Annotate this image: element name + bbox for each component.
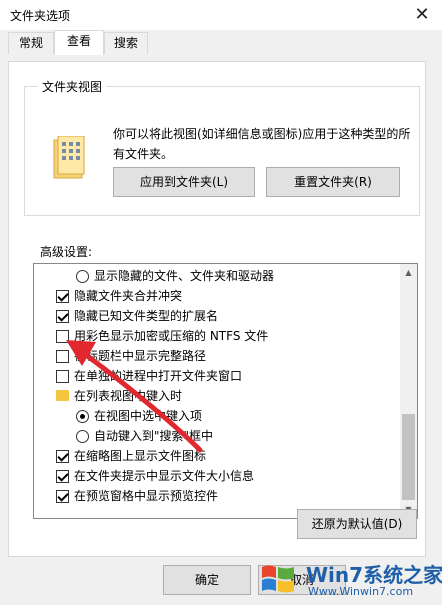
checkbox-preview-handlers[interactable] xyxy=(56,490,69,503)
checkbox-file-size-tips[interactable] xyxy=(56,470,69,483)
list-item[interactable]: 自动键入到"搜索"框中 xyxy=(34,426,402,446)
list-item[interactable]: 用彩色显示加密或压缩的 NTFS 文件 xyxy=(34,326,402,346)
folder-views-title: 文件夹视图 xyxy=(38,78,107,95)
advanced-settings-list: 显示隐藏的文件、文件夹和驱动器 隐藏文件夹合并冲突 隐藏已知文件类型的扩展名 用… xyxy=(33,263,418,519)
watermark: Win7系统之家 Www.Winwin7.com xyxy=(254,555,442,605)
list-item-label: 显示隐藏的文件、文件夹和驱动器 xyxy=(94,269,275,283)
list-scrollbar[interactable]: ▲ ▼ xyxy=(400,264,417,518)
title-bar: 文件夹选项 ✕ xyxy=(0,0,442,30)
checkbox-thumbnail-icons[interactable] xyxy=(56,450,69,463)
tab-general[interactable]: 常规 xyxy=(8,32,54,54)
list-item[interactable]: 在单独的进程中打开文件夹窗口 xyxy=(34,366,402,386)
list-item-label: 隐藏已知文件类型的扩展名 xyxy=(74,309,219,323)
watermark-title: Win7系统之家 xyxy=(306,563,442,587)
apply-to-folders-button[interactable]: 应用到文件夹(L) xyxy=(113,167,255,197)
list-item[interactable]: 在缩略图上显示文件图标 xyxy=(34,446,402,466)
reset-folders-button[interactable]: 重置文件夹(R) xyxy=(266,167,400,197)
checkbox-hide-merge-conflicts[interactable] xyxy=(56,290,69,303)
list-item: 在列表视图中键入时 xyxy=(34,386,402,406)
list-item-label: 在列表视图中键入时 xyxy=(74,389,183,403)
list-item-label: 隐藏文件夹合并冲突 xyxy=(74,289,183,303)
list-item[interactable]: 隐藏文件夹合并冲突 xyxy=(34,286,402,306)
scroll-thumb[interactable] xyxy=(402,414,415,500)
checkbox-full-path-title[interactable] xyxy=(56,350,69,363)
tab-search[interactable]: 搜索 xyxy=(104,32,148,54)
restore-defaults-button[interactable]: 还原为默认值(D) xyxy=(297,509,417,539)
checkbox-hide-extensions[interactable] xyxy=(56,310,69,323)
radio-type-into-search[interactable] xyxy=(76,430,89,443)
ok-button[interactable]: 确定 xyxy=(163,565,251,595)
list-item-label: 自动键入到"搜索"框中 xyxy=(94,429,214,443)
list-item[interactable]: 在预览窗格中显示预览控件 xyxy=(34,486,402,506)
list-item-label: 在缩略图上显示文件图标 xyxy=(74,449,207,463)
radio-show-hidden[interactable] xyxy=(76,270,89,283)
list-item[interactable]: 在视图中选中键入项 xyxy=(34,406,402,426)
folder-views-description: 你可以将此视图(如详细信息或图标)应用于这种类型的所有文件夹。 xyxy=(113,127,411,161)
scroll-up-icon[interactable]: ▲ xyxy=(400,264,417,281)
tab-view[interactable]: 查看 xyxy=(54,30,104,55)
dialog-body: 常规 查看 搜索 文件夹视图 你可以将此视图(如详细信息或图标)应用于这种类型的… xyxy=(0,30,442,605)
list-item[interactable]: 显示隐藏的文件、文件夹和驱动器 xyxy=(34,266,402,286)
list-item[interactable]: 在标题栏中显示完整路径 xyxy=(34,346,402,366)
list-item-label: 在视图中选中键入项 xyxy=(94,409,203,423)
folder-view-icon xyxy=(53,136,85,179)
list-item-label: 在单独的进程中打开文件夹窗口 xyxy=(74,369,243,383)
list-item-label: 在文件夹提示中显示文件大小信息 xyxy=(74,469,255,483)
window-title: 文件夹选项 xyxy=(10,9,71,23)
radio-select-typed-item[interactable] xyxy=(76,410,89,423)
folder-icon xyxy=(56,390,69,401)
list-item-label: 在标题栏中显示完整路径 xyxy=(74,349,207,363)
list-item-label: 在预览窗格中显示预览控件 xyxy=(74,489,219,503)
checkbox-separate-process[interactable] xyxy=(56,370,69,383)
checkbox-color-ntfs[interactable] xyxy=(56,330,69,343)
close-icon[interactable]: ✕ xyxy=(410,3,434,27)
watermark-url: Www.Winwin7.com xyxy=(308,585,414,598)
list-item[interactable]: 隐藏已知文件类型的扩展名 xyxy=(34,306,402,326)
advanced-settings-label: 高级设置: xyxy=(40,245,93,259)
list-item-label: 用彩色显示加密或压缩的 NTFS 文件 xyxy=(74,329,269,343)
list-item[interactable]: 在文件夹提示中显示文件大小信息 xyxy=(34,466,402,486)
windows-logo-icon xyxy=(262,565,294,593)
